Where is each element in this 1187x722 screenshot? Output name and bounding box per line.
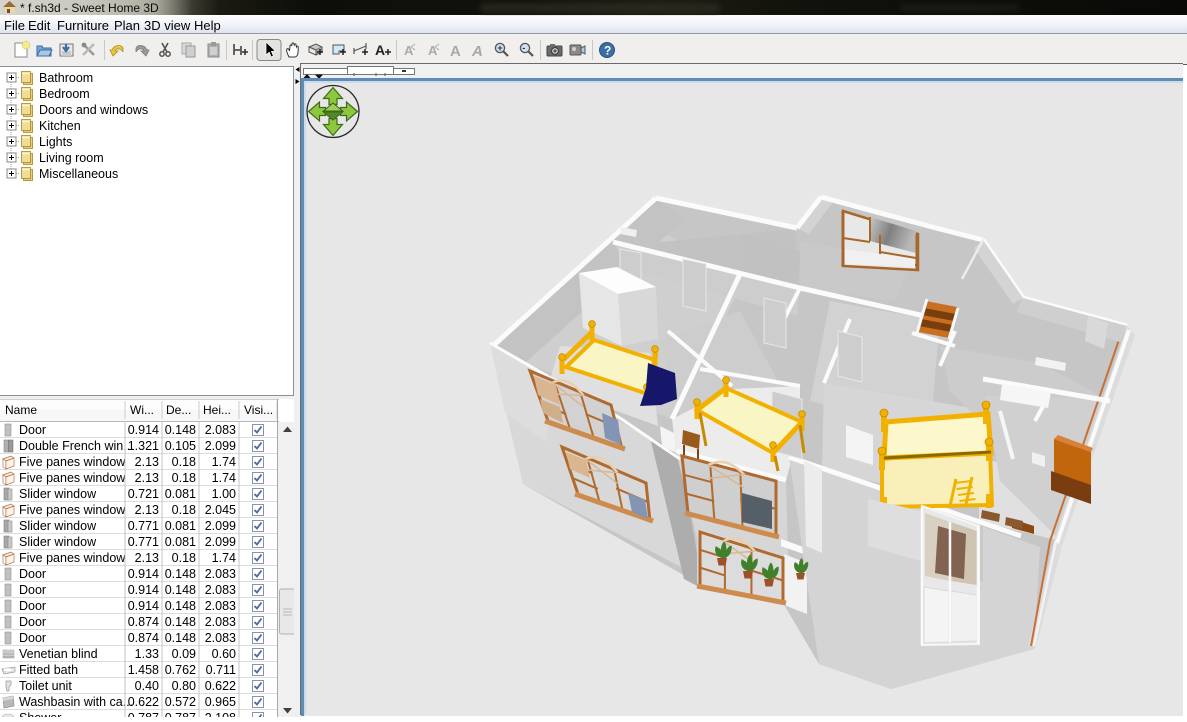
svg-text:0.081: 0.081 (165, 535, 196, 549)
svg-text:2.13: 2.13 (135, 503, 159, 517)
svg-text:2.083: 2.083 (205, 583, 236, 597)
svg-text:2.099: 2.099 (205, 535, 236, 549)
svg-text:2.099: 2.099 (205, 439, 236, 453)
svg-text:Door: Door (19, 631, 46, 645)
svg-text:0.18: 0.18 (172, 551, 196, 565)
svg-text:2.099: 2.099 (205, 519, 236, 533)
svg-text:Doors and windows: Doors and windows (39, 103, 148, 117)
svg-text:0.148: 0.148 (165, 567, 196, 581)
svg-text:Toilet unit: Toilet unit (19, 679, 72, 693)
svg-text:0.081: 0.081 (165, 519, 196, 533)
svg-text:Name: Name (5, 403, 37, 417)
svg-text:Door: Door (19, 615, 46, 629)
svg-text:2.045: 2.045 (205, 503, 236, 517)
svg-text:0.787: 0.787 (165, 711, 196, 717)
svg-text:Door: Door (19, 423, 46, 437)
svg-text:0.09: 0.09 (172, 647, 196, 661)
svg-text:Five panes window: Five panes window (19, 551, 126, 565)
svg-text:0.622: 0.622 (205, 679, 236, 693)
svg-text:2.083: 2.083 (205, 615, 236, 629)
svg-text:Washbasin with ca...: Washbasin with ca... (19, 695, 133, 709)
svg-text:2.083: 2.083 (205, 631, 236, 645)
svg-text:Visi...: Visi... (244, 403, 273, 417)
svg-text:0.914: 0.914 (128, 423, 159, 437)
svg-text:1.33: 1.33 (135, 647, 159, 661)
svg-text:0.40: 0.40 (135, 679, 159, 693)
svg-text:Bedroom: Bedroom (39, 87, 90, 101)
svg-text:1.00: 1.00 (212, 487, 236, 501)
svg-text:1.321: 1.321 (128, 439, 159, 453)
svg-text:0.148: 0.148 (165, 583, 196, 597)
svg-text:Slider window: Slider window (19, 487, 97, 501)
svg-text:Five panes window: Five panes window (19, 471, 126, 485)
svg-text:2.13: 2.13 (135, 455, 159, 469)
svg-text:Door: Door (19, 567, 46, 581)
svg-text:2.13: 2.13 (135, 551, 159, 565)
svg-text:Miscellaneous: Miscellaneous (39, 167, 118, 181)
svg-text:0.771: 0.771 (128, 519, 159, 533)
svg-text:0.721: 0.721 (128, 487, 159, 501)
svg-text:1.74: 1.74 (212, 471, 236, 485)
svg-text:Wi...: Wi... (130, 403, 154, 417)
svg-text:A: A (375, 42, 385, 58)
svg-text:Lights: Lights (39, 135, 72, 149)
svg-text:0.081: 0.081 (165, 487, 196, 501)
svg-text:0.874: 0.874 (128, 631, 159, 645)
svg-text:0.965: 0.965 (205, 695, 236, 709)
svg-text:2.13: 2.13 (135, 471, 159, 485)
svg-text:0.148: 0.148 (165, 423, 196, 437)
svg-text:0.18: 0.18 (172, 471, 196, 485)
svg-text:0.572: 0.572 (165, 695, 196, 709)
svg-text:0.771: 0.771 (128, 535, 159, 549)
svg-text:2.108: 2.108 (205, 711, 236, 717)
svg-text:Shower: Shower (19, 711, 61, 717)
svg-text:0.914: 0.914 (128, 567, 159, 581)
svg-text:Five panes window: Five panes window (19, 455, 126, 469)
svg-text:1.74: 1.74 (212, 455, 236, 469)
svg-text:Living room: Living room (39, 151, 104, 165)
svg-text:0.787: 0.787 (128, 711, 159, 717)
svg-text:Kitchen: Kitchen (39, 119, 81, 133)
svg-text:0.711: 0.711 (206, 663, 236, 677)
svg-text:A: A (471, 43, 483, 60)
svg-text:2.083: 2.083 (205, 423, 236, 437)
svg-text:A: A (450, 43, 461, 60)
svg-text:1.458: 1.458 (128, 663, 159, 677)
svg-text:Door: Door (19, 599, 46, 613)
svg-text:0.18: 0.18 (172, 503, 196, 517)
svg-text:0.148: 0.148 (165, 631, 196, 645)
svg-text:2.083: 2.083 (205, 567, 236, 581)
svg-text:Hei...: Hei... (203, 403, 231, 417)
svg-text:Fitted bath: Fitted bath (19, 663, 78, 677)
svg-text:0.622: 0.622 (128, 695, 159, 709)
svg-text:Double French win...: Double French win... (19, 439, 134, 453)
svg-text:0.762: 0.762 (165, 663, 196, 677)
svg-text:Venetian blind: Venetian blind (19, 647, 98, 661)
svg-text:Door: Door (19, 583, 46, 597)
svg-text:0.60: 0.60 (212, 647, 236, 661)
svg-text:0.105: 0.105 (165, 439, 196, 453)
svg-text:1.74: 1.74 (212, 551, 236, 565)
svg-text:De...: De... (166, 403, 191, 417)
svg-text:Slider window: Slider window (19, 535, 97, 549)
svg-text:0.148: 0.148 (165, 615, 196, 629)
svg-text:2.083: 2.083 (205, 599, 236, 613)
svg-text:0.914: 0.914 (128, 599, 159, 613)
svg-text:-: - (522, 43, 525, 53)
svg-text:0.914: 0.914 (128, 583, 159, 597)
svg-text:Bathroom: Bathroom (39, 71, 93, 85)
svg-text:Five panes window: Five panes window (19, 503, 126, 517)
svg-text:?: ? (604, 44, 611, 58)
svg-text:0.148: 0.148 (165, 599, 196, 613)
svg-text:0.18: 0.18 (172, 455, 196, 469)
svg-text:+: + (497, 43, 502, 53)
svg-text:Slider window: Slider window (19, 519, 97, 533)
svg-text:0.80: 0.80 (172, 679, 196, 693)
svg-text:0.874: 0.874 (128, 615, 159, 629)
